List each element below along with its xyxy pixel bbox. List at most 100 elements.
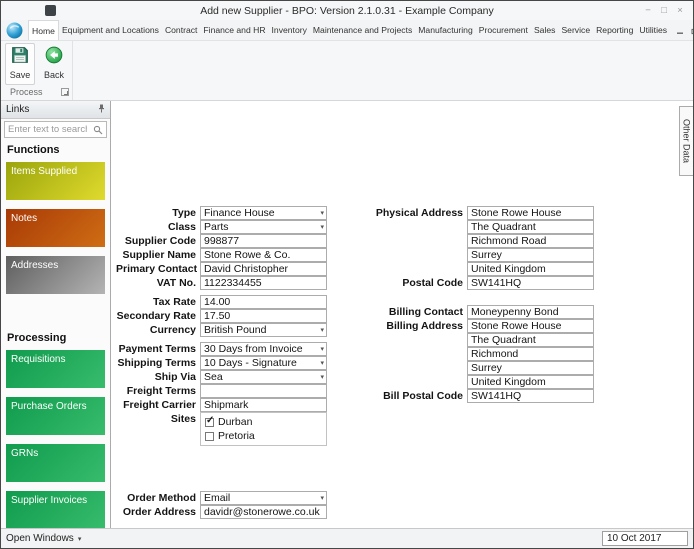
sidebar-item-requisitions[interactable]: Requisitions	[6, 350, 105, 388]
sidebar-item-purchase-orders[interactable]: Purchase Orders	[6, 397, 105, 435]
order-method-dropdown[interactable]: Email ▾	[200, 491, 327, 505]
tab-finance-and-hr[interactable]: Finance and HR	[200, 20, 268, 40]
status-date[interactable]: 10 Oct 2017	[602, 531, 688, 546]
supplier-code-input[interactable]	[200, 234, 327, 248]
site-option-durban[interactable]: Durban	[202, 415, 325, 429]
sidebar-item-label: Supplier Invoices	[11, 495, 87, 506]
tab-utilities[interactable]: Utilities	[636, 20, 670, 40]
sites-list[interactable]: Durban Pretoria	[200, 412, 327, 446]
bill-postal-code-input[interactable]	[467, 389, 594, 403]
form-row: Supplier Code	[116, 234, 327, 248]
sidebar-item-notes[interactable]: Notes	[6, 209, 105, 247]
back-button[interactable]: Back	[39, 43, 69, 85]
tab-procurement[interactable]: Procurement	[476, 20, 531, 40]
checkbox-icon[interactable]	[205, 432, 214, 441]
sidebar-item-label: GRNs	[11, 448, 38, 459]
tab-home[interactable]: Home	[28, 20, 59, 40]
type-dropdown[interactable]: Finance House▾	[200, 206, 327, 220]
chevron-down-icon: ▾	[320, 209, 324, 217]
billing-address-line-3-input[interactable]	[467, 347, 594, 361]
search-input[interactable]	[5, 124, 90, 135]
tax-rate-input[interactable]	[200, 295, 327, 309]
currency-dropdown[interactable]: British Pound▾	[200, 323, 327, 337]
freight-carrier-input[interactable]	[200, 398, 327, 412]
vat-no-input[interactable]	[200, 276, 327, 290]
tab-equipment-and-locations[interactable]: Equipment and Locations	[59, 20, 162, 40]
form-row: Order Method Email▾	[116, 491, 327, 505]
primary-contact-input[interactable]	[200, 262, 327, 276]
form-row: Type Finance House▾	[116, 206, 327, 220]
shipping-terms-dropdown[interactable]: 10 Days - Signature ▾	[200, 356, 327, 370]
sidebar-item-grns[interactable]: GRNs	[6, 444, 105, 482]
secondary-rate-input[interactable]	[200, 309, 327, 323]
payment-terms-dropdown[interactable]: 30 Days from Invoice▾	[200, 342, 327, 356]
tab-inventory[interactable]: Inventory	[269, 20, 310, 40]
physical-address-line-1-input[interactable]	[467, 206, 594, 220]
search-icon[interactable]	[90, 125, 106, 135]
close-button[interactable]: ×	[672, 1, 688, 20]
form-row: Order Address	[116, 505, 327, 519]
sidebar-item-label: Requisitions	[11, 354, 65, 365]
form-row: Ship Via Sea▾	[116, 370, 327, 384]
checkbox-icon[interactable]	[205, 418, 214, 427]
mdi-minimize-icon[interactable]	[676, 26, 685, 35]
dialog-launcher-icon[interactable]	[61, 88, 69, 96]
back-label: Back	[44, 70, 64, 80]
postal-code-input[interactable]	[467, 276, 594, 290]
status-bar: Open Windows ▾ 10 Oct 2017	[1, 528, 693, 548]
physical-address-line-4-input[interactable]	[467, 248, 594, 262]
form-row: Supplier Name	[116, 248, 327, 262]
billing-address-line-5-input[interactable]	[467, 375, 594, 389]
physical-address-line-3-input[interactable]	[467, 234, 594, 248]
dropdown-value: 10 Days - Signature	[204, 357, 297, 369]
form-row: Freight Terms	[116, 384, 327, 398]
field-label: Tax Rate	[116, 295, 200, 309]
chevron-down-icon: ▾	[320, 345, 324, 353]
sidebar-item-supplier-invoices[interactable]: Supplier Invoices	[6, 491, 105, 528]
sidebar-item-addresses[interactable]: Addresses	[6, 256, 105, 294]
tab-sales[interactable]: Sales	[531, 20, 559, 40]
tab-service[interactable]: Service	[558, 20, 593, 40]
chevron-down-icon: ▾	[320, 223, 324, 231]
sidebar-item-items-supplied[interactable]: Items Supplied	[6, 162, 105, 200]
open-windows-dropdown[interactable]: Open Windows ▾	[6, 533, 81, 544]
order-address-input[interactable]	[200, 505, 327, 519]
dropdown-value: Parts	[204, 221, 229, 233]
chevron-down-icon: ▾	[320, 494, 324, 502]
physical-address-line-2-input[interactable]	[467, 220, 594, 234]
tab-reporting[interactable]: Reporting	[593, 20, 636, 40]
billing-contact-input[interactable]	[467, 305, 594, 319]
chevron-down-icon: ▾	[320, 373, 324, 381]
save-button[interactable]: Save	[5, 43, 35, 85]
field-label: Physical Address	[349, 206, 467, 220]
field-label: Primary Contact	[116, 262, 200, 276]
physical-address-line-5-input[interactable]	[467, 262, 594, 276]
billing-address-line-2-input[interactable]	[467, 333, 594, 347]
field-label: Billing Contact	[349, 305, 467, 319]
dropdown-value: Email	[204, 492, 230, 504]
ribbon-tab-row: Home Equipment and Locations Contract Fi…	[1, 20, 693, 41]
sidebar-item-label: Addresses	[11, 260, 58, 271]
mdi-restore-icon[interactable]	[691, 26, 693, 35]
site-option-pretoria[interactable]: Pretoria	[202, 429, 325, 443]
application-button[interactable]	[6, 22, 23, 39]
chevron-down-icon: ▾	[320, 359, 324, 367]
maximize-button[interactable]: □	[656, 1, 672, 20]
form-row	[349, 361, 594, 375]
billing-address-line-1-input[interactable]	[467, 319, 594, 333]
tab-manufacturing[interactable]: Manufacturing	[415, 20, 475, 40]
freight-terms-input[interactable]	[200, 384, 327, 398]
sidebar-item-label: Purchase Orders	[11, 401, 87, 412]
window-controls: − □ ×	[640, 1, 693, 20]
minimize-button[interactable]: −	[640, 1, 656, 20]
pin-icon[interactable]	[97, 104, 106, 116]
class-dropdown[interactable]: Parts ▾	[200, 220, 327, 234]
supplier-name-input[interactable]	[200, 248, 327, 262]
tab-maintenance-and-projects[interactable]: Maintenance and Projects	[310, 20, 415, 40]
save-icon	[11, 46, 29, 69]
tab-contract[interactable]: Contract	[162, 20, 200, 40]
tab-other-data[interactable]: Other Data	[679, 106, 693, 176]
billing-address-line-4-input[interactable]	[467, 361, 594, 375]
chevron-down-icon: ▾	[78, 535, 82, 543]
ship-via-dropdown[interactable]: Sea▾	[200, 370, 327, 384]
